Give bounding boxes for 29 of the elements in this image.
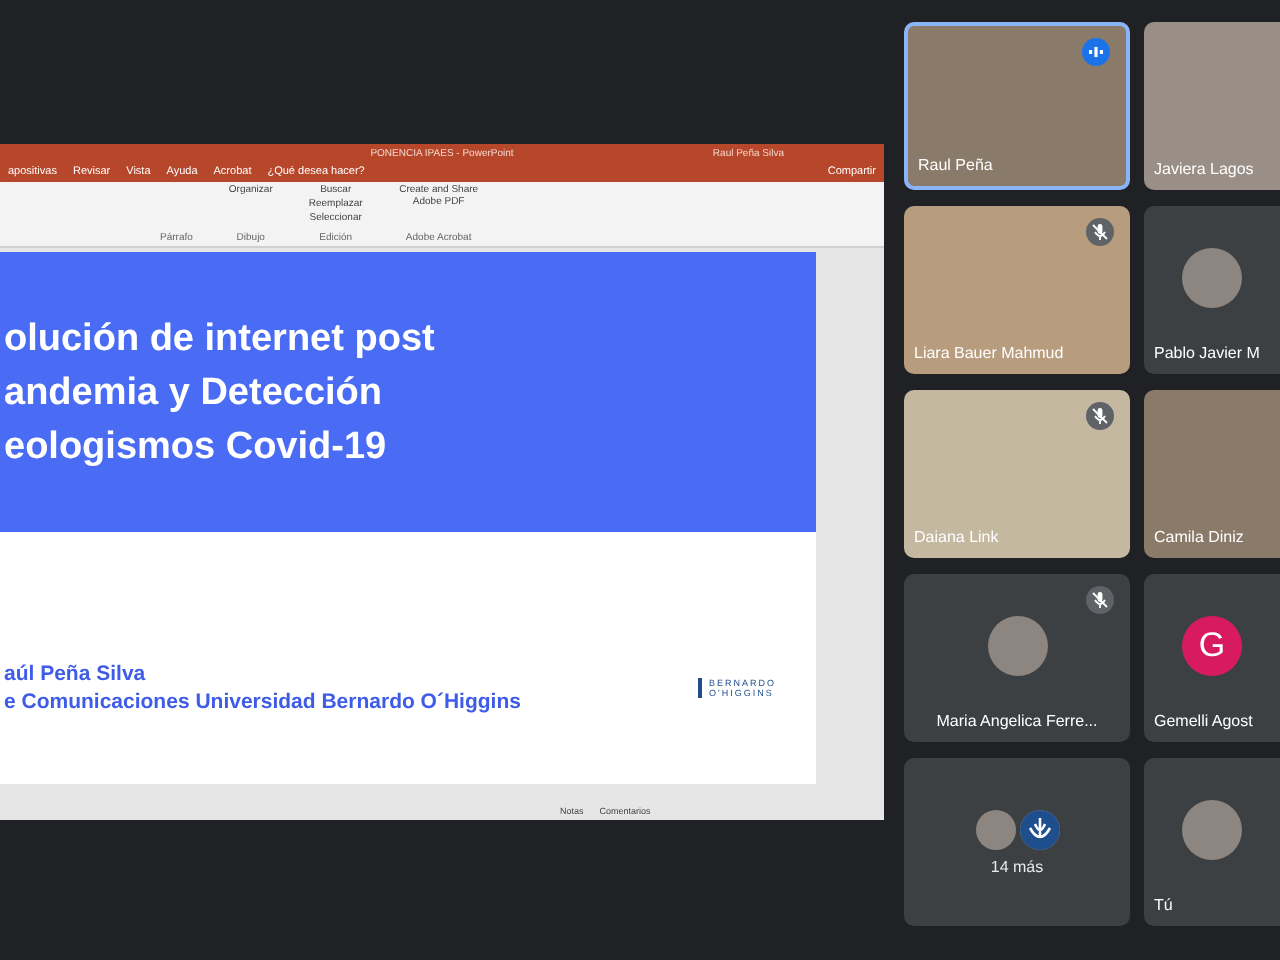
participant-tile[interactable]: 14 más: [904, 758, 1130, 926]
speaking-indicator-icon: [1082, 38, 1110, 66]
avatar: [975, 809, 1015, 849]
avatar: [1182, 248, 1242, 308]
participant-tile[interactable]: Maria Angelica Ferre...: [904, 574, 1130, 742]
avatar: [1182, 800, 1242, 860]
slide-title: olución de internet post: [4, 315, 437, 363]
participant-name: Raul Peña: [918, 156, 993, 174]
logo-icon: [1019, 809, 1059, 849]
participant-name: Gemelli Agost: [1154, 712, 1253, 730]
slide-title: andemia y Detección: [4, 369, 385, 417]
participant-name: Maria Angelica Ferre...: [936, 712, 1098, 730]
participant-name: Javiera Lagos: [1154, 160, 1254, 178]
participant-name: Daiana Link: [914, 528, 999, 546]
participant-tile[interactable]: Pablo Javier M: [1144, 206, 1280, 374]
slide-subtitle: aúl Peña Silva: [4, 660, 148, 688]
more-participants: 14 más: [990, 857, 1044, 875]
participant-tile[interactable]: Camila Diniz: [1144, 390, 1280, 558]
participant-name: Pablo Javier M: [1154, 344, 1260, 362]
participant-name: Camila Diniz: [1154, 528, 1244, 546]
participant-name: Tú: [1154, 896, 1173, 914]
participant-tile[interactable]: Tú: [1144, 758, 1280, 926]
participant-tile[interactable]: Raul Peña: [904, 22, 1130, 190]
participant-tile[interactable]: G Gemelli Agost: [1144, 574, 1280, 742]
slide-title: eologismos Covid-19: [4, 423, 389, 471]
letter-avatar: G: [1182, 616, 1242, 676]
slide-subtitle: e Comunicaciones Universidad Bernardo O´Higgins: [4, 688, 521, 716]
participant-name: Liara Bauer Mahmud: [914, 344, 1064, 362]
avatar: [987, 616, 1047, 676]
